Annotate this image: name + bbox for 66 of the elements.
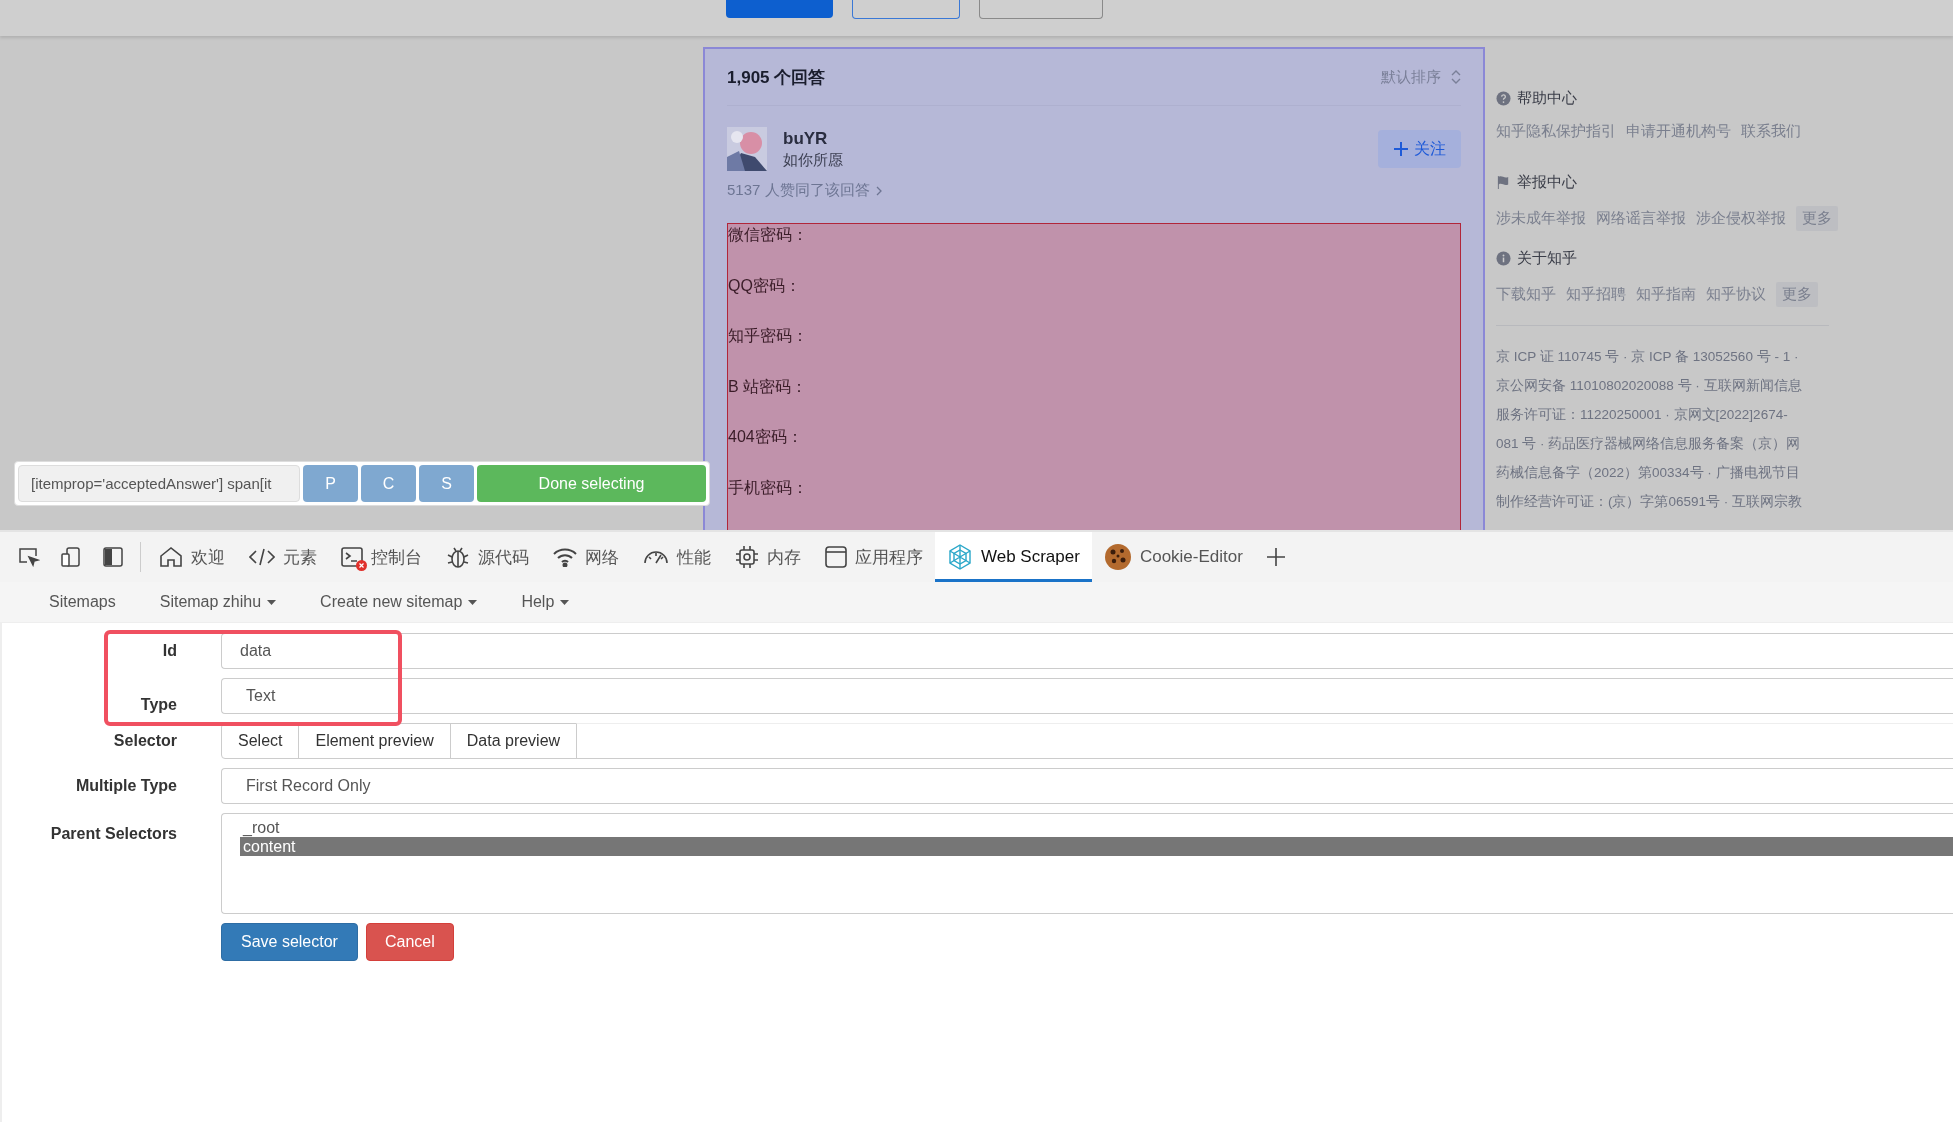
selector-button[interactable]: Data preview — [449, 723, 578, 759]
field-label: Parent Selectors — [49, 824, 178, 843]
devtools-tab[interactable]: 控制台 — [329, 532, 434, 582]
license-text: 京 ICP 证 110745 号 · 京 ICP 备 13052560 号 - 1 · 京公网安备 11010802020088 号 · 互联网新闻信息 服务许可证：11220250001 · 京网文[2022]2674- 081 号 · 药品医疗器械网络信息服务备案（京）网 药械信息备字（2022）第00334号 · 广播电视节目 制作经营许可证：(京）字第06591号 · 互联网宗教 — [1496, 348, 1804, 511]
home-icon — [159, 546, 183, 568]
help-icon — [1496, 91, 1511, 106]
selector-field[interactable]: [itemprop='acceptedAnswer'] span[it — [18, 465, 300, 502]
author-bio: 如你所愿 — [783, 150, 844, 170]
chevron-icon — [875, 185, 882, 196]
devtools-tab[interactable]: 欢迎 — [147, 532, 237, 582]
dock-icon — [103, 547, 123, 567]
selector-button[interactable]: Element preview — [298, 723, 451, 759]
type-select[interactable]: Text — [221, 678, 1953, 714]
caret-icon — [267, 599, 277, 605]
answer-text-line: 404密码： — [728, 427, 804, 447]
devtools-tab[interactable]: 元素 — [237, 532, 329, 582]
chip-icon — [735, 545, 759, 569]
field-label: Id — [161, 642, 178, 660]
devtools-tab[interactable]: 性能 — [631, 532, 723, 582]
spider-web-icon — [947, 544, 973, 570]
section-title: 关于知乎 — [1517, 249, 1577, 268]
caret-icon — [560, 599, 570, 605]
menu-item[interactable]: Sitemap zhihu — [159, 593, 277, 611]
window-icon — [825, 546, 847, 568]
answer-text-line: B 站密码： — [728, 376, 809, 397]
menu-item[interactable]: Sitemaps — [49, 593, 116, 611]
selector-field[interactable] — [576, 723, 1953, 759]
save-selector-button[interactable]: Save selector — [221, 923, 358, 961]
sort-icon — [1451, 70, 1461, 84]
answer-text-line: 微信密码： — [728, 225, 809, 245]
bug-icon — [446, 545, 470, 569]
multiple-type-select[interactable]: First Record Only — [221, 768, 1953, 804]
field-label: Multiple Type — [74, 777, 178, 795]
wifi-icon — [553, 547, 577, 567]
answer-text-line: 知乎密码： — [728, 326, 809, 346]
list-option[interactable]: _root — [240, 818, 1953, 837]
console-icon — [341, 547, 363, 567]
answer-text-line: QQ密码： — [728, 275, 802, 296]
section-title: 帮助中心 — [1517, 89, 1577, 108]
cancel-button[interactable]: Cancel — [365, 923, 454, 961]
info-icon — [1496, 251, 1511, 266]
devtools-tab[interactable]: Web Scraper — [935, 532, 1092, 582]
section-title: 举报中心 — [1517, 173, 1577, 192]
code-icon — [249, 547, 275, 567]
flag-icon — [1496, 175, 1511, 190]
devtools-tab[interactable]: Cookie-Editor — [1091, 532, 1255, 582]
devtools-tab[interactable]: 内存 — [723, 532, 813, 582]
menu-item[interactable]: Help — [521, 593, 570, 611]
devtools-tab[interactable]: 源代码 — [434, 532, 541, 582]
inspect-icon — [18, 547, 40, 567]
top-button[interactable] — [852, 0, 960, 19]
answer-count: 1,905 个回答 — [727, 66, 826, 89]
caret-icon — [468, 599, 478, 605]
plus-icon — [1393, 142, 1408, 156]
id-field[interactable]: data — [221, 633, 1953, 669]
field-label: Type — [139, 696, 178, 714]
menu-item[interactable]: Create new sitemap — [320, 593, 478, 611]
devtools-tab[interactable]: 网络 — [541, 532, 631, 582]
cookie-icon — [1103, 543, 1132, 571]
list-option[interactable]: content — [240, 837, 1953, 856]
author-name[interactable]: buYR — [783, 128, 1362, 149]
device-icon — [60, 546, 82, 568]
answer-text-line: 手机密码： — [728, 477, 809, 498]
field-label: Selector — [112, 732, 178, 750]
plus-icon — [1265, 547, 1286, 567]
devtools-tab[interactable]: 应用程序 — [813, 532, 935, 582]
